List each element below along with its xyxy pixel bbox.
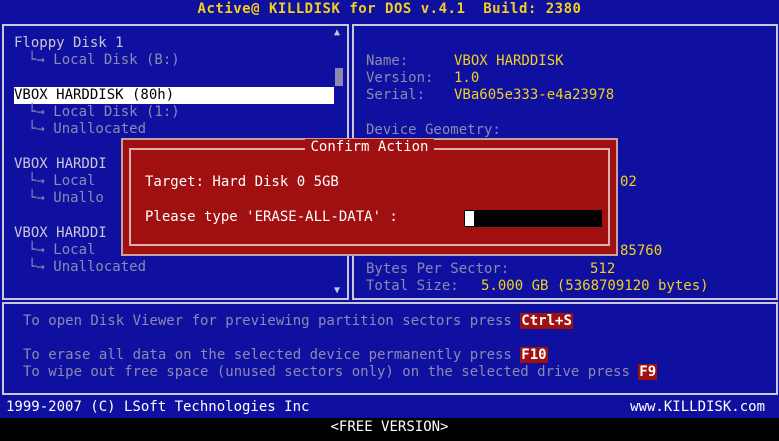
f10-key[interactable]: F10 — [520, 347, 548, 363]
dialog-frame — [129, 148, 610, 246]
dialog-target-text: Target: Hard Disk 0 5GB — [145, 174, 339, 190]
dialog-title: Confirm Action — [123, 139, 616, 156]
partition-local-disk-b[interactable]: └→ Local Disk (B:) — [28, 52, 180, 69]
help-text-wipe: To wipe out free space (unused sectors o… — [23, 364, 639, 380]
scroll-up-arrow-icon[interactable]: ▲ — [334, 28, 340, 38]
confirmation-input[interactable] — [464, 210, 602, 227]
f9-key[interactable]: F9 — [638, 364, 658, 380]
help-line-erase: To erase all data on the selected device… — [23, 347, 548, 364]
device-vbox-harddisk-2[interactable]: VBOX HARDDI — [14, 156, 107, 173]
bytes-per-sector-value: 512 — [590, 261, 616, 277]
help-text-disk-viewer: To open Disk Viewer for previewing parti… — [23, 313, 521, 329]
free-version-label: <FREE VERSION> — [330, 419, 449, 435]
device-floppy-disk-1[interactable]: Floppy Disk 1 — [14, 35, 124, 52]
confirm-action-dialog: Confirm Action Target: Hard Disk 0 5GB P… — [121, 138, 618, 256]
dialog-title-text: Confirm Action — [305, 139, 434, 155]
name-value: VBOX HARDDISK — [454, 53, 564, 69]
total-size-label: Total Size: — [366, 278, 459, 294]
help-text-erase: To erase all data on the selected device… — [23, 347, 521, 363]
app-title: Active@ KILLDISK for DOS v.4.1 Build: 23… — [197, 1, 582, 17]
version-value: 1.0 — [454, 70, 480, 86]
website-text: www.KILLDISK.com — [630, 399, 765, 415]
bytes-per-sector-label: Bytes Per Sector: — [366, 261, 510, 277]
name-label: Name: — [366, 53, 409, 69]
device-vbox-harddisk-3[interactable]: VBOX HARDDI — [14, 225, 107, 242]
serial-value: VBa605e333-e4a23978 — [454, 87, 615, 103]
help-line-wipe: To wipe out free space (unused sectors o… — [23, 364, 658, 381]
text-cursor — [465, 211, 474, 226]
partition-unallocated[interactable]: └→ Unallocated — [28, 121, 146, 138]
version-label: Version: — [366, 70, 434, 86]
geometry-value-partial-2: 85760 — [620, 243, 663, 259]
partition-local-3[interactable]: └→ Local — [28, 242, 95, 259]
ctrl-s-key[interactable]: Ctrl+S — [520, 313, 573, 329]
copyright-text: 1999-2007 (C) LSoft Technologies Inc — [6, 399, 310, 415]
partition-local-disk-1[interactable]: └→ Local Disk (1:) — [28, 104, 180, 121]
geometry-value-partial-1: 02 — [620, 174, 637, 190]
partition-unallocated-3[interactable]: └→ Unallocated — [28, 259, 146, 276]
partition-unallocated-2[interactable]: └→ Unallo — [28, 190, 104, 207]
device-vbox-harddisk-80h[interactable]: VBOX HARDDISK (80h) — [14, 87, 336, 104]
help-line-disk-viewer: To open Disk Viewer for previewing parti… — [23, 313, 573, 330]
help-panel: To open Disk Viewer for previewing parti… — [2, 302, 778, 395]
device-geometry-label: Device Geometry: — [366, 122, 501, 138]
serial-label: Serial: — [366, 87, 426, 103]
scroll-down-arrow-icon[interactable]: ▼ — [334, 286, 340, 296]
partition-local-2[interactable]: └→ Local — [28, 173, 95, 190]
total-size-value: 5.000 GB (5368709120 bytes) — [481, 278, 709, 294]
dialog-prompt-text: Please type 'ERASE-ALL-DATA' : — [145, 209, 398, 225]
scroll-thumb[interactable] — [335, 68, 343, 86]
